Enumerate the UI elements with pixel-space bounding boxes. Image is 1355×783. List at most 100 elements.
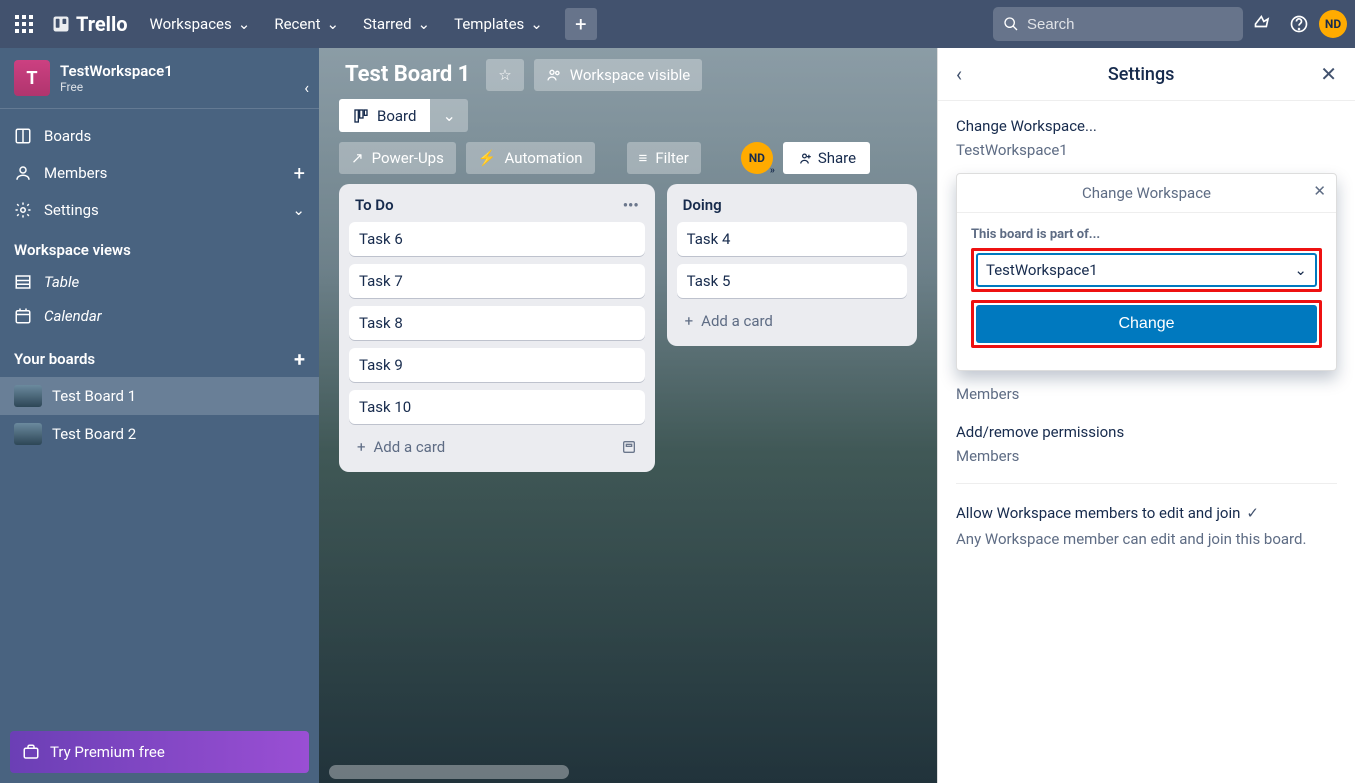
chevron-down-icon: ⌄ xyxy=(1294,261,1307,279)
filter-button[interactable]: ≡Filter xyxy=(627,142,701,174)
check-icon: ✓ xyxy=(1246,504,1259,522)
sidebar-view-calendar[interactable]: Calendar xyxy=(0,299,319,333)
change-button[interactable]: Change xyxy=(976,305,1317,343)
add-member-icon[interactable]: + xyxy=(294,161,305,185)
briefcase-icon xyxy=(22,743,40,761)
help-icon[interactable] xyxy=(1283,8,1315,40)
filter-icon: ≡ xyxy=(639,149,648,167)
card[interactable]: Task 7 xyxy=(349,264,645,298)
list: To Do ••• Task 6 Task 7 Task 8 Task 9 Ta… xyxy=(339,184,655,472)
add-card-button[interactable]: + Add a card xyxy=(677,306,907,336)
view-switcher: Board ⌄ xyxy=(339,99,468,132)
members-icon xyxy=(14,164,32,182)
collapse-sidebar-icon[interactable]: ‹ xyxy=(304,78,309,97)
gear-icon xyxy=(14,201,32,219)
board-thumb xyxy=(14,385,42,407)
share-icon xyxy=(797,151,812,166)
nav-starred[interactable]: Starred⌄ xyxy=(353,9,440,39)
sidebar: T TestWorkspace1 Free ‹ Boards Members +… xyxy=(0,48,319,783)
calendar-icon xyxy=(14,307,32,325)
your-boards-heading: Your boards + xyxy=(0,333,319,377)
workspace-plan: Free xyxy=(60,80,173,94)
card[interactable]: Task 4 xyxy=(677,222,907,256)
sidebar-item-members[interactable]: Members + xyxy=(0,153,319,193)
add-board-icon[interactable]: + xyxy=(294,347,305,371)
automation-button[interactable]: ⚡Automation xyxy=(466,142,595,174)
list-menu-icon[interactable]: ••• xyxy=(623,196,639,214)
create-button[interactable]: + xyxy=(565,8,597,40)
panel-title: Settings xyxy=(1108,64,1175,85)
search-input[interactable] xyxy=(1027,16,1233,33)
chevron-down-icon: ⌄ xyxy=(327,15,340,33)
powerups-button[interactable]: ↗Power-Ups xyxy=(339,142,456,174)
people-icon xyxy=(546,67,562,83)
settings-panel: ‹ Settings ✕ Change Workspace... TestWor… xyxy=(937,48,1355,783)
highlight-change-button: Change xyxy=(971,300,1322,348)
sidebar-view-table[interactable]: Table xyxy=(0,265,319,299)
sidebar-item-boards[interactable]: Boards xyxy=(0,119,319,153)
sidebar-board-item[interactable]: Test Board 2 xyxy=(0,415,319,453)
search-icon xyxy=(1003,16,1019,32)
workspace-select[interactable]: TestWorkspace1 ⌄ xyxy=(976,253,1317,287)
bolt-icon: ⚡ xyxy=(478,149,497,167)
close-icon[interactable]: ✕ xyxy=(1320,62,1337,86)
card[interactable]: Task 8 xyxy=(349,306,645,340)
plus-icon: + xyxy=(357,438,366,456)
search-box[interactable] xyxy=(993,7,1243,41)
board-title[interactable]: Test Board 1 xyxy=(339,58,476,91)
board-area: Test Board 1 ☆ Workspace visible Board ⌄… xyxy=(319,48,937,783)
board-thumb xyxy=(14,423,42,445)
allow-members-edit-link[interactable]: Allow Workspace members to edit and join… xyxy=(956,502,1337,524)
card[interactable]: Task 9 xyxy=(349,348,645,382)
logo[interactable]: Trello xyxy=(44,12,136,36)
back-icon[interactable]: ‹ xyxy=(956,62,962,86)
view-dropdown[interactable]: ⌄ xyxy=(430,99,467,132)
chevron-down-icon: ⌄ xyxy=(530,15,543,33)
workspace-header[interactable]: T TestWorkspace1 Free ‹ xyxy=(0,48,319,109)
visibility-button[interactable]: Workspace visible xyxy=(534,59,703,91)
try-premium-button[interactable]: Try Premium free xyxy=(10,731,309,773)
workspace-badge: T xyxy=(14,60,50,96)
chevron-down-icon: ⌄ xyxy=(442,106,455,125)
highlight-select: TestWorkspace1 ⌄ xyxy=(971,248,1322,292)
workspace-name: TestWorkspace1 xyxy=(60,62,173,80)
admin-badge-icon: » xyxy=(770,165,775,176)
current-workspace-label: TestWorkspace1 xyxy=(956,137,1337,159)
allow-edit-description: Any Workspace member can edit and join t… xyxy=(956,524,1337,551)
field-label: This board is part of... xyxy=(971,227,1322,242)
template-icon[interactable] xyxy=(621,439,637,455)
share-button[interactable]: Share xyxy=(783,142,870,174)
change-workspace-popover: Change Workspace ✕ This board is part of… xyxy=(956,173,1337,371)
card[interactable]: Task 10 xyxy=(349,390,645,424)
table-icon xyxy=(14,273,32,291)
close-icon[interactable]: ✕ xyxy=(1313,182,1326,200)
nav-templates[interactable]: Templates⌄ xyxy=(444,9,553,39)
topbar: Trello Workspaces⌄ Recent⌄ Starred⌄ Temp… xyxy=(0,0,1355,48)
sidebar-board-item[interactable]: Test Board 1 xyxy=(0,377,319,415)
star-button[interactable]: ☆ xyxy=(486,59,523,91)
add-card-button[interactable]: + Add a card xyxy=(349,432,645,462)
apps-launcher[interactable] xyxy=(8,8,40,40)
star-icon: ☆ xyxy=(498,66,511,84)
lists-container: To Do ••• Task 6 Task 7 Task 8 Task 9 Ta… xyxy=(319,184,937,492)
board-member-avatar[interactable]: ND» xyxy=(741,142,773,174)
horizontal-scrollbar[interactable] xyxy=(329,765,569,779)
user-avatar[interactable]: ND xyxy=(1319,10,1347,38)
card[interactable]: Task 5 xyxy=(677,264,907,298)
add-remove-permissions-link[interactable]: Add/remove permissions xyxy=(956,421,1337,443)
notifications-icon[interactable] xyxy=(1247,8,1279,40)
plus-icon: + xyxy=(685,312,694,330)
members-label: Members xyxy=(956,381,1337,403)
list-title[interactable]: To Do xyxy=(355,196,394,214)
board-icon xyxy=(353,108,369,124)
change-workspace-link[interactable]: Change Workspace... xyxy=(956,115,1337,137)
sidebar-item-settings[interactable]: Settings ⌄ xyxy=(0,193,319,227)
list: Doing Task 4 Task 5 + Add a card xyxy=(667,184,917,346)
nav-workspaces[interactable]: Workspaces⌄ xyxy=(140,9,261,39)
rocket-icon: ↗ xyxy=(351,149,364,167)
popover-title: Change Workspace xyxy=(1082,184,1211,202)
board-view-button[interactable]: Board xyxy=(339,99,430,132)
card[interactable]: Task 6 xyxy=(349,222,645,256)
list-title[interactable]: Doing xyxy=(683,196,722,214)
nav-recent[interactable]: Recent⌄ xyxy=(264,9,349,39)
